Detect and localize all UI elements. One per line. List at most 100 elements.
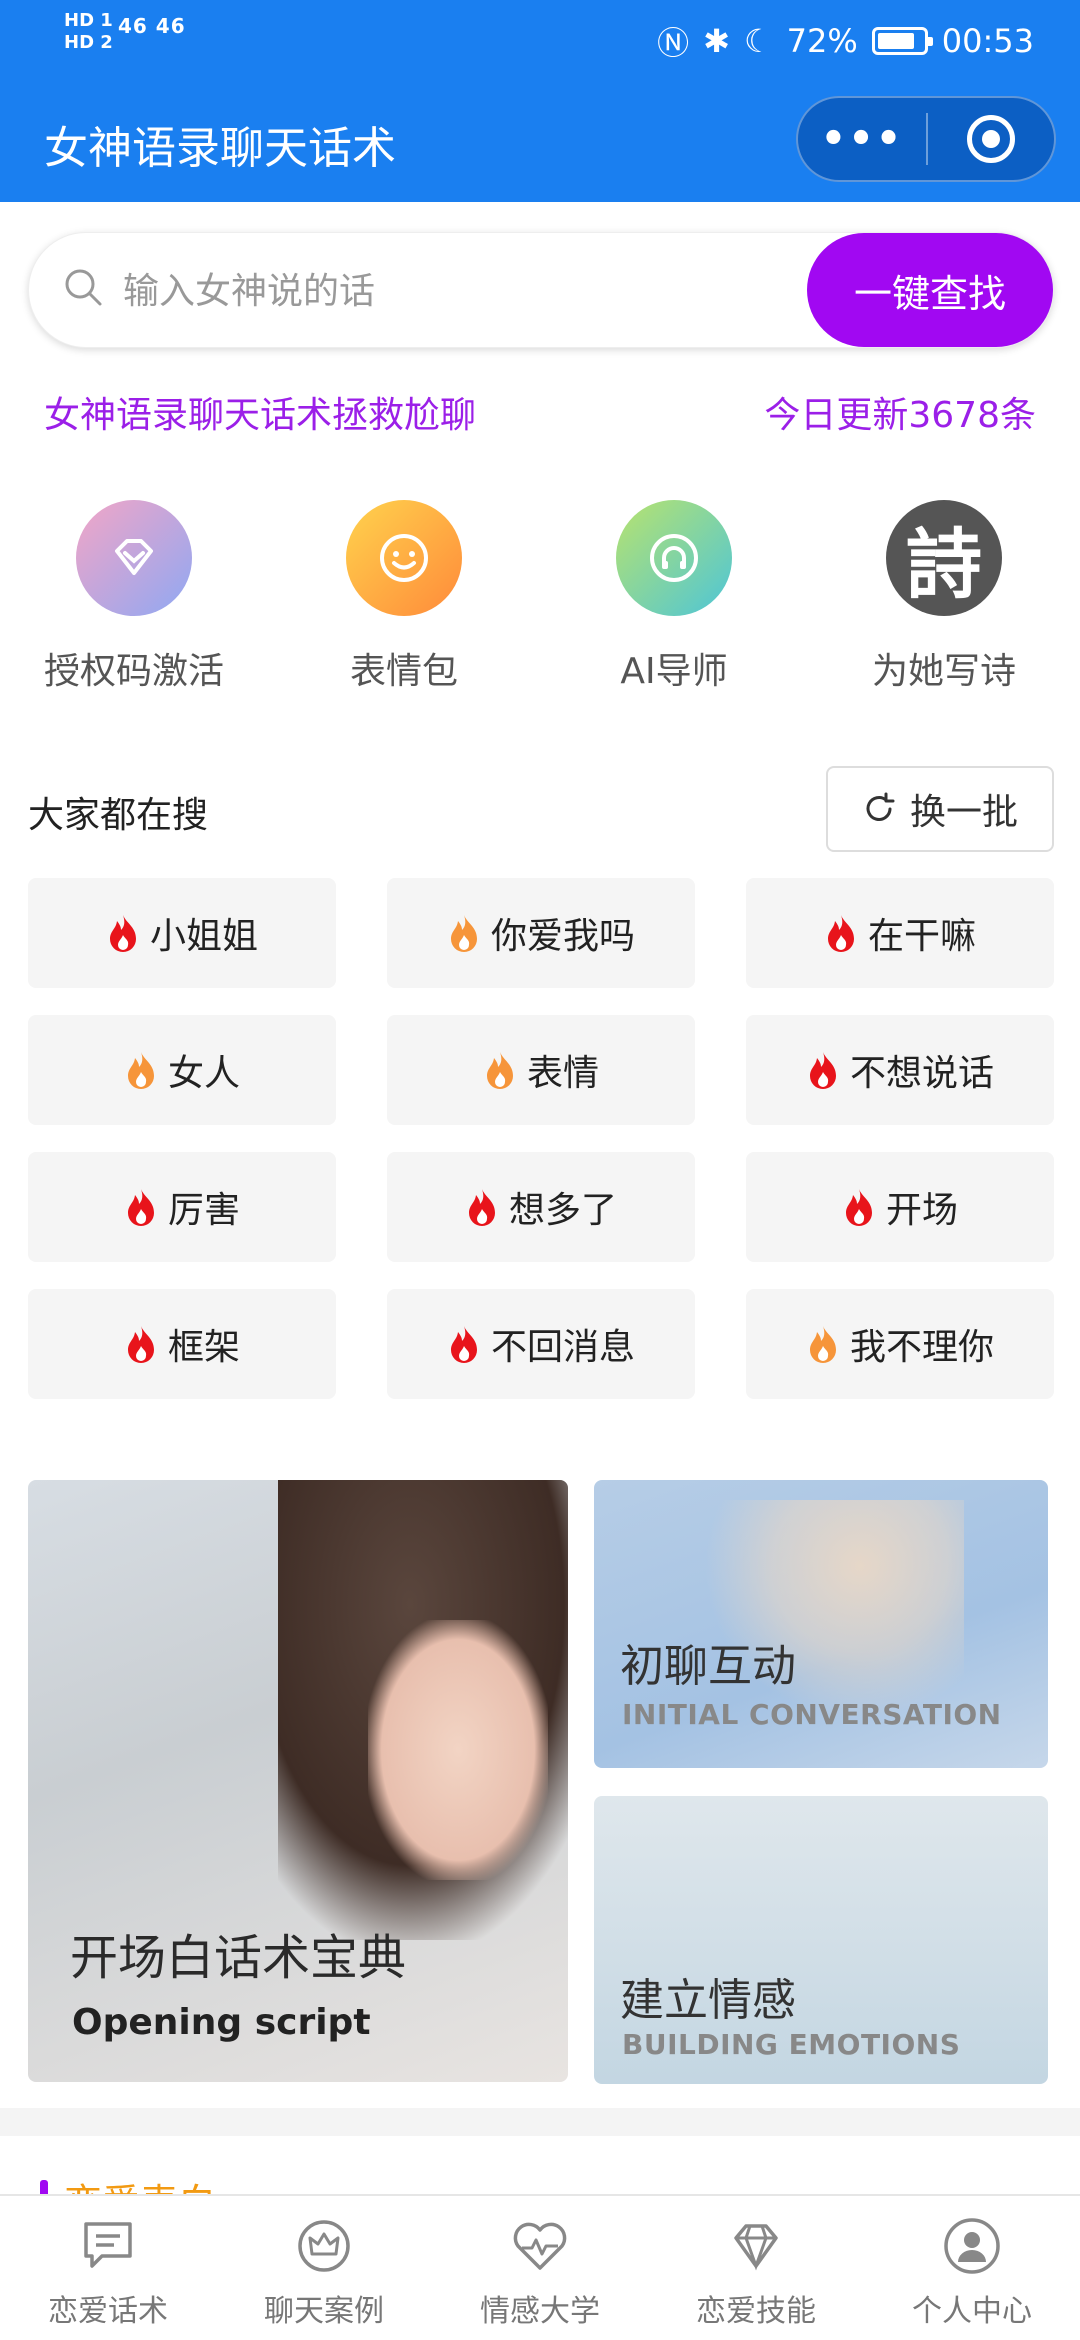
- search-icon: [65, 269, 102, 306]
- tab-label: 恋爱技能: [696, 2294, 816, 2329]
- tab-label: 个人中心: [912, 2294, 1032, 2329]
- hot-tag-label: 表情: [526, 1053, 599, 1094]
- card-subtitle: Opening script: [72, 2002, 371, 2043]
- refresh-icon: [866, 792, 895, 821]
- status-bar: HD 1 HD 2 46 46 Ⓝ ✱ ☾ 72% 00:53: [0, 0, 1080, 72]
- hot-tag-label: 厉害: [167, 1190, 240, 1231]
- hot-tag[interactable]: 不回消息: [387, 1289, 695, 1399]
- poem-icon-glyph: 詩: [906, 520, 982, 609]
- hot-tag[interactable]: 你爱我吗: [387, 878, 695, 988]
- more-menu-button[interactable]: •••: [798, 116, 926, 162]
- hot-tag[interactable]: 女人: [28, 1015, 336, 1125]
- heartbeat-icon: [513, 2222, 567, 2270]
- gem-icon: [76, 500, 192, 616]
- battery-icon: [871, 27, 933, 55]
- hot-tag-label: 想多了: [508, 1190, 617, 1231]
- tab-label: 情感大学: [480, 2294, 600, 2329]
- quick-item-poem[interactable]: 詩 为她写诗: [824, 500, 1064, 694]
- initial-conversation-card[interactable]: 初聊互动 INITIAL CONVERSATION: [594, 1480, 1048, 1768]
- flame-icon: [827, 915, 854, 952]
- quick-actions: 授权码激活 表情包 AI导师 詩 为她写诗: [0, 500, 1080, 700]
- bottom-tab-bar: 恋爱话术 聊天案例 情感大学 恋爱技能 个人中心: [0, 2194, 1080, 2340]
- quick-item-ai-mentor[interactable]: AI导师: [554, 500, 794, 694]
- tab-profile[interactable]: 个人中心: [864, 2196, 1080, 2340]
- hot-tag[interactable]: 开场: [746, 1152, 1054, 1262]
- hot-tag-label: 小姐姐: [149, 916, 258, 957]
- crown-icon: [298, 2220, 350, 2272]
- target-icon: [966, 115, 1015, 163]
- card-title: 初聊互动: [620, 1641, 796, 1692]
- flame-icon: [845, 1189, 872, 1226]
- hot-tag-label: 不想说话: [849, 1053, 994, 1094]
- search-input[interactable]: [123, 261, 803, 321]
- hot-tag-label: 框架: [167, 1327, 240, 1368]
- tab-chat-cases[interactable]: 聊天案例: [216, 2196, 432, 2340]
- flame-icon: [109, 915, 136, 952]
- hot-tag[interactable]: 在干嘛: [746, 878, 1054, 988]
- app-header: HD 1 HD 2 46 46 Ⓝ ✱ ☾ 72% 00:53 女神语录聊天话术 …: [0, 0, 1080, 202]
- nfc-icon: Ⓝ: [657, 24, 690, 62]
- hot-tag[interactable]: 厉害: [28, 1152, 336, 1262]
- quick-item-label: 为她写诗: [871, 651, 1016, 692]
- hot-tag[interactable]: 想多了: [387, 1152, 695, 1262]
- chat-icon: [84, 2222, 132, 2268]
- hot-tag-label: 在干嘛: [867, 916, 976, 957]
- flame-icon: [127, 1052, 154, 1089]
- miniapp-capsule: •••: [796, 96, 1056, 182]
- flame-icon: [809, 1326, 836, 1363]
- update-count-text: 今日更新3678条: [764, 395, 1036, 436]
- quick-item-label: 表情包: [349, 651, 458, 692]
- hot-search-title: 大家都在搜: [28, 795, 209, 836]
- building-emotions-card[interactable]: 建立情感 BUILDING EMOTIONS: [594, 1796, 1048, 2084]
- smile-icon: [346, 500, 462, 616]
- quick-item-label: 授权码激活: [43, 651, 224, 692]
- hot-tag-label: 女人: [167, 1053, 240, 1094]
- flame-icon: [450, 1326, 477, 1363]
- tab-emotion-university[interactable]: 情感大学: [432, 2196, 648, 2340]
- headphones-icon: [616, 500, 732, 616]
- card-title: 建立情感: [620, 1975, 796, 2026]
- hot-tag[interactable]: 我不理你: [746, 1289, 1054, 1399]
- signal-strength: 46 46: [118, 14, 186, 38]
- hot-tag[interactable]: 框架: [28, 1289, 336, 1399]
- hot-tag-label: 不回消息: [490, 1327, 635, 1368]
- clock: 00:53: [941, 22, 1034, 60]
- user-icon: [944, 2218, 1000, 2274]
- page-title: 女神语录聊天话术: [44, 123, 396, 174]
- flame-icon: [486, 1052, 513, 1089]
- battery-percent: 72%: [786, 22, 858, 60]
- flame-icon: [127, 1326, 154, 1363]
- hot-tag-label: 我不理你: [849, 1327, 994, 1368]
- hot-tag-label: 开场: [885, 1190, 958, 1231]
- status-right: Ⓝ ✱ ☾ 72% 00:53: [657, 18, 1034, 64]
- hot-tag-label: 你爱我吗: [490, 916, 635, 957]
- tab-love-skills[interactable]: 恋爱技能: [648, 2196, 864, 2340]
- opening-script-card[interactable]: 开场白话术宝典 Opening script: [28, 1480, 568, 2082]
- quick-item-label: AI导师: [620, 651, 728, 692]
- hot-tag[interactable]: 表情: [387, 1015, 695, 1125]
- poem-icon: 詩: [886, 500, 1002, 616]
- sim-indicator: HD 1 HD 2: [64, 10, 113, 53]
- search-button[interactable]: 一键查找: [807, 233, 1053, 347]
- refresh-button[interactable]: 换一批: [826, 766, 1054, 852]
- close-miniapp-button[interactable]: [928, 115, 1054, 163]
- slogan-text: 女神语录聊天话术拯救尬聊: [44, 395, 477, 436]
- moon-icon: ☾: [743, 22, 773, 60]
- quick-item-activate[interactable]: 授权码激活: [14, 500, 254, 694]
- card-subtitle: BUILDING EMOTIONS: [622, 2028, 961, 2061]
- flame-icon: [809, 1052, 836, 1089]
- hot-tag[interactable]: 小姐姐: [28, 878, 336, 988]
- tab-label: 聊天案例: [264, 2294, 384, 2329]
- hot-tag[interactable]: 不想说话: [746, 1015, 1054, 1125]
- section-divider: [0, 2108, 1080, 2136]
- flame-icon: [450, 915, 477, 952]
- tab-love-talk[interactable]: 恋爱话术: [0, 2196, 216, 2340]
- photo-face: [368, 1620, 548, 1880]
- refresh-label: 换一批: [909, 792, 1018, 833]
- flame-icon: [127, 1189, 154, 1226]
- tab-label: 恋爱话术: [48, 2294, 168, 2329]
- card-subtitle: INITIAL CONVERSATION: [622, 1698, 1002, 1731]
- quick-item-stickers[interactable]: 表情包: [284, 500, 524, 694]
- flame-icon: [468, 1189, 495, 1226]
- card-title: 开场白话术宝典: [70, 1930, 407, 1986]
